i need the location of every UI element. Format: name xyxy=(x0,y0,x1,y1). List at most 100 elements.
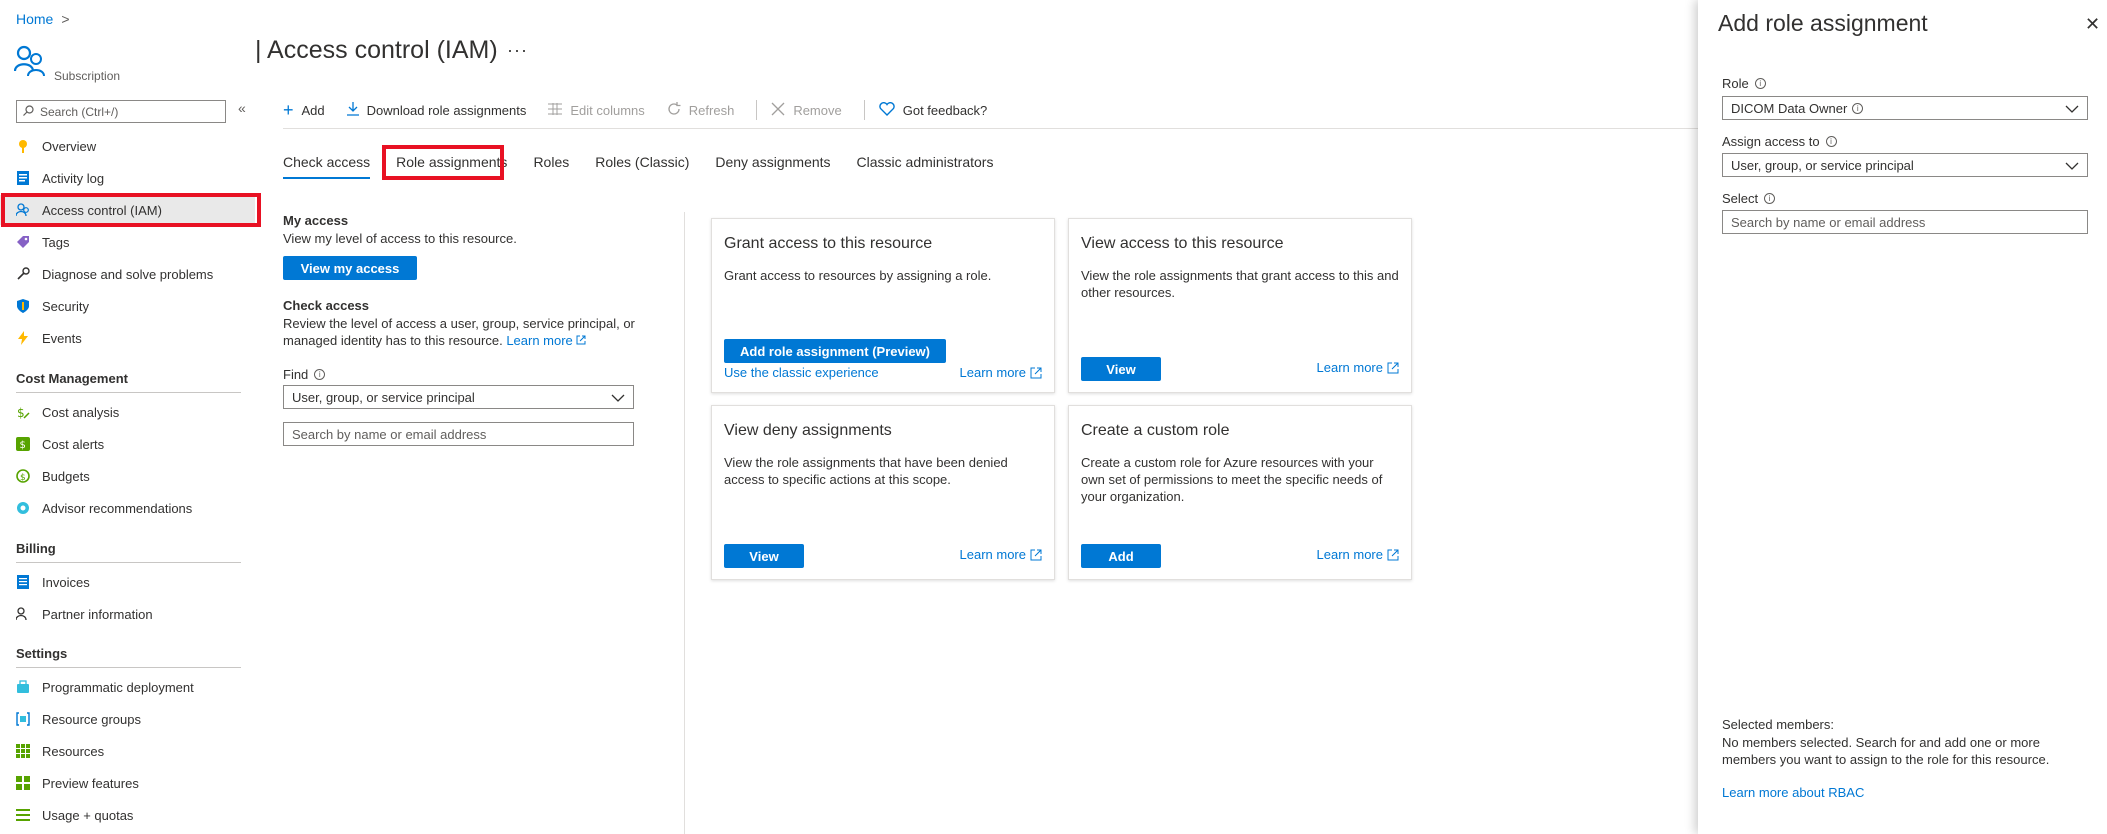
sidebar-search-input[interactable]: Search (Ctrl+/) xyxy=(16,100,226,123)
view-access-button[interactable]: View xyxy=(1081,357,1161,381)
resource-group-icon xyxy=(16,712,30,726)
my-access-title: My access xyxy=(283,213,349,228)
edit-columns-label: Edit columns xyxy=(570,102,645,118)
panel-title: Add role assignment xyxy=(1718,10,1928,36)
tab-classic-administrators[interactable]: Classic administrators xyxy=(857,154,994,179)
sidebar-item-partner[interactable]: Partner information xyxy=(0,599,255,629)
column-divider xyxy=(684,212,685,834)
sidebar-item-programmatic[interactable]: Programmatic deployment xyxy=(0,672,255,702)
breadcrumb-separator: > xyxy=(61,11,70,27)
role-dropdown[interactable]: DICOM Data Owner i xyxy=(1722,96,2088,120)
sidebar-item-preview-features[interactable]: Preview features xyxy=(0,768,255,798)
command-bar: + Add Download role assignments Edit col… xyxy=(283,100,1009,120)
sidebar-item-label: Resource groups xyxy=(42,711,141,727)
learn-more-label: Learn more xyxy=(959,547,1026,562)
download-icon xyxy=(346,101,359,119)
edit-columns-button[interactable]: Edit columns xyxy=(548,102,645,118)
card-title: View access to this resource xyxy=(1081,235,1284,252)
card-text: View the role assignments that have been… xyxy=(724,455,1008,487)
external-link-icon xyxy=(1030,549,1042,560)
find-label-text: Find xyxy=(283,367,309,382)
svg-text:$: $ xyxy=(20,440,26,451)
sidebar-divider xyxy=(16,562,241,563)
sidebar-item-diagnose[interactable]: Diagnose and solve problems xyxy=(0,259,255,289)
member-search-input[interactable]: Search by name or email address xyxy=(1722,210,2088,234)
view-learn-more-link[interactable]: Learn more xyxy=(1317,360,1399,375)
tab-check-access[interactable]: Check access xyxy=(283,154,371,179)
tab-roles-classic[interactable]: Roles (Classic) xyxy=(595,154,689,179)
breadcrumb-home[interactable]: Home xyxy=(16,11,53,27)
sidebar-divider xyxy=(16,667,241,668)
custom-learn-more-link[interactable]: Learn more xyxy=(1317,547,1399,562)
close-panel-button[interactable]: ✕ xyxy=(2085,14,2100,35)
sidebar-item-security[interactable]: Security xyxy=(0,291,255,321)
info-icon[interactable]: i xyxy=(1764,193,1776,204)
highlight-box-sidebar xyxy=(1,193,261,227)
sidebar-item-resource-groups[interactable]: Resource groups xyxy=(0,704,255,734)
sidebar-item-resources[interactable]: Resources xyxy=(0,736,255,766)
invoice-icon xyxy=(16,575,30,589)
sidebar-item-activity-log[interactable]: Activity log xyxy=(0,163,255,193)
chevron-down-icon xyxy=(2065,158,2079,173)
activity-log-icon xyxy=(16,171,30,185)
sidebar-item-cost-alerts[interactable]: $ Cost alerts xyxy=(0,429,255,459)
sidebar-item-usage-quotas[interactable]: Usage + quotas xyxy=(0,800,255,830)
info-icon[interactable]: i xyxy=(314,369,326,380)
classic-experience-link[interactable]: Use the classic experience xyxy=(724,365,879,380)
collapse-sidebar-button[interactable]: « xyxy=(238,100,246,116)
learn-more-label: Learn more xyxy=(1316,360,1383,375)
role-dropdown-value: DICOM Data Owner xyxy=(1731,100,1848,116)
refresh-label: Refresh xyxy=(688,102,735,118)
sidebar-item-tags[interactable]: Tags xyxy=(0,227,255,257)
toolbar-divider xyxy=(283,128,1698,129)
download-role-assignments-button[interactable]: Download role assignments xyxy=(346,101,526,119)
toolbar-separator xyxy=(863,100,865,120)
view-deny-button[interactable]: View xyxy=(724,544,804,568)
find-dropdown-value: User, group, or service principal xyxy=(292,389,475,405)
search-placeholder: Search by name or email address xyxy=(292,426,487,442)
check-access-description: Review the level of access a user, group… xyxy=(283,315,643,349)
remove-button[interactable]: Remove xyxy=(771,102,842,119)
tab-deny-assignments[interactable]: Deny assignments xyxy=(715,154,830,179)
more-options-button[interactable]: ··· xyxy=(507,40,528,61)
remove-label: Remove xyxy=(793,102,842,118)
preview-features-icon xyxy=(16,776,30,790)
info-icon[interactable]: i xyxy=(1852,102,1864,114)
sidebar-item-budgets[interactable]: $ Budgets xyxy=(0,461,255,491)
refresh-button[interactable]: Refresh xyxy=(667,101,735,119)
find-dropdown[interactable]: User, group, or service principal xyxy=(283,385,634,409)
sidebar-item-label: Diagnose and solve problems xyxy=(42,266,214,282)
feedback-label: Got feedback? xyxy=(902,102,988,118)
view-my-access-button[interactable]: View my access xyxy=(283,256,417,280)
tab-roles[interactable]: Roles xyxy=(533,154,569,179)
sidebar-item-advisor[interactable]: Advisor recommendations xyxy=(0,493,255,523)
learn-more-rbac-link[interactable]: Learn more about RBAC xyxy=(1722,785,1864,800)
budgets-icon: $ xyxy=(16,469,30,483)
grant-access-card: Grant access to this resource Grant acce… xyxy=(711,218,1055,393)
sidebar-item-cost-analysis[interactable]: $ Cost analysis xyxy=(0,397,255,427)
sidebar-item-overview[interactable]: Overview xyxy=(0,131,255,161)
sidebar-item-label: Overview xyxy=(42,138,97,154)
card-title: View deny assignments xyxy=(724,422,892,439)
cost-alerts-icon: $ xyxy=(16,437,30,451)
feedback-button[interactable]: Got feedback? xyxy=(879,101,988,119)
info-icon[interactable]: i xyxy=(1754,78,1766,89)
add-role-assignment-button[interactable]: Add role assignment (Preview) xyxy=(724,339,946,363)
resources-grid-icon xyxy=(16,744,30,758)
sidebar-item-events[interactable]: Events xyxy=(0,323,255,353)
overview-icon xyxy=(16,139,30,153)
info-icon[interactable]: i xyxy=(1825,136,1837,147)
grant-learn-more-link[interactable]: Learn more xyxy=(960,365,1042,380)
assign-access-dropdown[interactable]: User, group, or service principal xyxy=(1722,153,2088,177)
role-label-text: Role xyxy=(1722,76,1749,91)
check-access-search-input[interactable]: Search by name or email address xyxy=(283,422,634,446)
select-label-text: Select xyxy=(1722,191,1759,206)
sidebar-item-invoices[interactable]: Invoices xyxy=(0,567,255,597)
deny-learn-more-link[interactable]: Learn more xyxy=(960,547,1042,562)
sidebar-item-label: Resources xyxy=(42,743,105,759)
check-access-learn-more-link[interactable]: Learn more xyxy=(506,333,586,348)
custom-role-card: Create a custom role Create a custom rol… xyxy=(1068,405,1412,580)
card-text: View the role assignments that grant acc… xyxy=(1081,268,1399,300)
add-button[interactable]: + Add xyxy=(283,101,325,119)
add-custom-role-button[interactable]: Add xyxy=(1081,544,1161,568)
